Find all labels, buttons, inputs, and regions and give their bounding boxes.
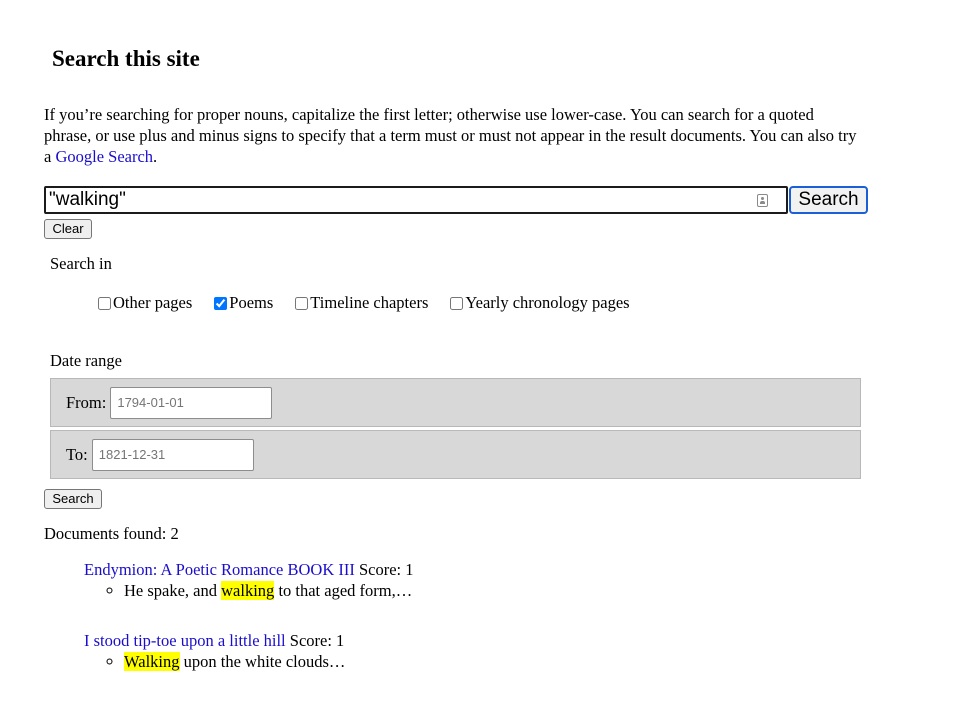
instructions-text: If you’re searching for proper nouns, ca… xyxy=(44,105,857,166)
date-search-button[interactable]: Search xyxy=(44,489,102,509)
result-title-link[interactable]: I stood tip-toe upon a little hill xyxy=(84,631,286,650)
result-item: I stood tip-toe upon a little hill Score… xyxy=(84,630,904,672)
google-search-link[interactable]: Google Search xyxy=(55,147,153,166)
other-pages-checkbox[interactable] xyxy=(98,296,111,310)
date-range-label: Date range xyxy=(50,351,122,370)
snippet-text-before: He spake, and xyxy=(124,581,222,600)
result-title-link[interactable]: Endymion: A Poetic Romance BOOK III xyxy=(84,560,355,579)
poems-label: Poems xyxy=(229,293,274,312)
timeline-chapters-label: Timeline chapters xyxy=(310,293,429,312)
result-header: Endymion: A Poetic Romance BOOK III Scor… xyxy=(84,559,904,580)
result-snippets: Walking upon the white clouds… xyxy=(84,651,904,672)
filter-other-pages[interactable]: Other pages xyxy=(98,293,192,313)
date-to-row: To: xyxy=(50,430,861,479)
instructions-end: . xyxy=(153,147,158,166)
results-list: Endymion: A Poetic Romance BOOK III Scor… xyxy=(84,559,904,701)
other-pages-label: Other pages xyxy=(113,293,193,312)
date-to-label: To: xyxy=(66,444,88,464)
clear-button[interactable]: Clear xyxy=(44,219,92,239)
search-in-label: Search in xyxy=(50,254,112,273)
search-instructions: If you’re searching for proper nouns, ca… xyxy=(44,104,864,167)
snippet-highlight: Walking xyxy=(124,652,180,671)
result-header: I stood tip-toe upon a little hill Score… xyxy=(84,630,904,651)
date-from-label: From: xyxy=(66,392,107,412)
snippet-text-after: upon the white clouds… xyxy=(179,652,346,671)
result-snippet: He spake, and walking to that aged form,… xyxy=(124,580,904,601)
search-button[interactable]: Search xyxy=(789,186,868,214)
query-field xyxy=(44,186,788,214)
result-score: Score: 1 xyxy=(289,631,345,650)
documents-found-count: Documents found: 2 xyxy=(44,524,179,543)
contact-card-icon[interactable] xyxy=(757,194,768,207)
search-scope-filters: Other pages Poems Timeline chapters Year… xyxy=(98,293,652,313)
snippet-text-after: to that aged form,… xyxy=(274,581,413,600)
result-snippet: Walking upon the white clouds… xyxy=(124,651,904,672)
date-from-input[interactable] xyxy=(110,386,273,419)
snippet-highlight: walking xyxy=(221,581,275,600)
poems-checkbox[interactable] xyxy=(214,296,228,310)
result-snippets: He spake, and walking to that aged form,… xyxy=(84,580,904,601)
yearly-chronology-label: Yearly chronology pages xyxy=(465,293,630,312)
yearly-chronology-checkbox[interactable] xyxy=(450,296,464,310)
filter-yearly-chronology[interactable]: Yearly chronology pages xyxy=(450,293,630,313)
result-item: Endymion: A Poetic Romance BOOK III Scor… xyxy=(84,559,904,601)
date-to-input[interactable] xyxy=(91,438,254,471)
date-from-row: From: xyxy=(50,378,861,427)
page-title: Search this site xyxy=(52,46,200,71)
filter-poems[interactable]: Poems xyxy=(214,293,273,313)
search-bar: Search xyxy=(44,186,868,214)
search-input[interactable] xyxy=(46,188,786,212)
result-score: Score: 1 xyxy=(358,560,414,579)
filter-timeline-chapters[interactable]: Timeline chapters xyxy=(295,293,428,313)
timeline-chapters-checkbox[interactable] xyxy=(295,296,309,310)
